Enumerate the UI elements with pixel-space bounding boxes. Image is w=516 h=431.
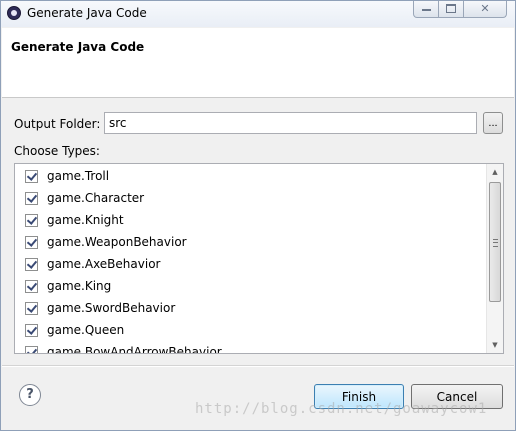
type-label: game.Troll: [47, 169, 110, 183]
type-checkbox[interactable]: [25, 214, 38, 227]
type-label: game.Character: [47, 191, 145, 205]
type-label: game.WeaponBehavior: [47, 235, 187, 249]
type-checkbox[interactable]: [25, 170, 38, 183]
close-icon: ✕: [480, 2, 490, 15]
type-checkbox[interactable]: [25, 192, 38, 205]
type-checkbox[interactable]: [25, 258, 38, 271]
types-list: game.Troll game.Character game.Knight game.…: [14, 163, 504, 354]
footer-divider: [2, 365, 514, 367]
watermark-text: http://blog.csdn.net/goawaycow1: [195, 401, 488, 417]
scroll-up-arrow-icon[interactable]: ▲: [487, 164, 503, 180]
dialog-heading: Generate Java Code: [11, 40, 145, 54]
type-checkbox[interactable]: [25, 236, 38, 249]
type-label: game.AxeBehavior: [47, 257, 161, 271]
type-list-item[interactable]: game.Character: [15, 187, 485, 209]
dialog-window: Generate Java Code ✕ Generate Java Code …: [0, 0, 516, 431]
type-checkbox[interactable]: [25, 302, 38, 315]
type-list-item[interactable]: game.Queen: [15, 319, 485, 341]
type-label: game.Queen: [47, 323, 125, 337]
window-controls: ✕: [413, 1, 507, 19]
type-list-item[interactable]: game.Knight: [15, 209, 485, 231]
browse-button[interactable]: ...: [483, 112, 503, 134]
type-checkbox[interactable]: [25, 324, 38, 337]
type-list-item[interactable]: game.King: [15, 275, 485, 297]
type-checkbox[interactable]: [25, 346, 38, 353]
title-bar[interactable]: Generate Java Code ✕: [1, 1, 515, 27]
minimize-button[interactable]: [413, 1, 439, 18]
type-list-item[interactable]: game.Troll: [15, 165, 485, 187]
type-label: game.BowAndArrowBehavior: [47, 345, 222, 354]
grip-icon: [493, 239, 498, 247]
vertical-scrollbar[interactable]: ▲ ▼: [486, 164, 503, 353]
output-folder-input[interactable]: [104, 112, 477, 134]
type-label: game.Knight: [47, 213, 124, 227]
eclipse-app-icon: [7, 6, 21, 20]
types-list-items: game.Troll game.Character game.Knight game.…: [15, 165, 485, 354]
maximize-icon: [446, 4, 456, 13]
output-folder-label: Output Folder:: [14, 117, 101, 131]
type-label: game.SwordBehavior: [47, 301, 176, 315]
close-button[interactable]: ✕: [463, 1, 507, 18]
minimize-icon: [421, 9, 431, 11]
type-list-item[interactable]: game.AxeBehavior: [15, 253, 485, 275]
type-list-item[interactable]: game.WeaponBehavior: [15, 231, 485, 253]
choose-types-label: Choose Types:: [14, 144, 100, 158]
type-list-item[interactable]: game.SwordBehavior: [15, 297, 485, 319]
maximize-button[interactable]: [438, 1, 464, 18]
type-label: game.King: [47, 279, 112, 293]
header-banner: Generate Java Code: [2, 28, 514, 98]
help-button[interactable]: ?: [19, 384, 41, 406]
scroll-down-arrow-icon[interactable]: ▼: [487, 337, 503, 353]
help-icon: ?: [26, 387, 34, 402]
scrollbar-thumb[interactable]: [489, 182, 501, 302]
type-checkbox[interactable]: [25, 280, 38, 293]
type-list-item[interactable]: game.BowAndArrowBehavior: [15, 341, 485, 354]
window-title: Generate Java Code: [27, 6, 147, 20]
